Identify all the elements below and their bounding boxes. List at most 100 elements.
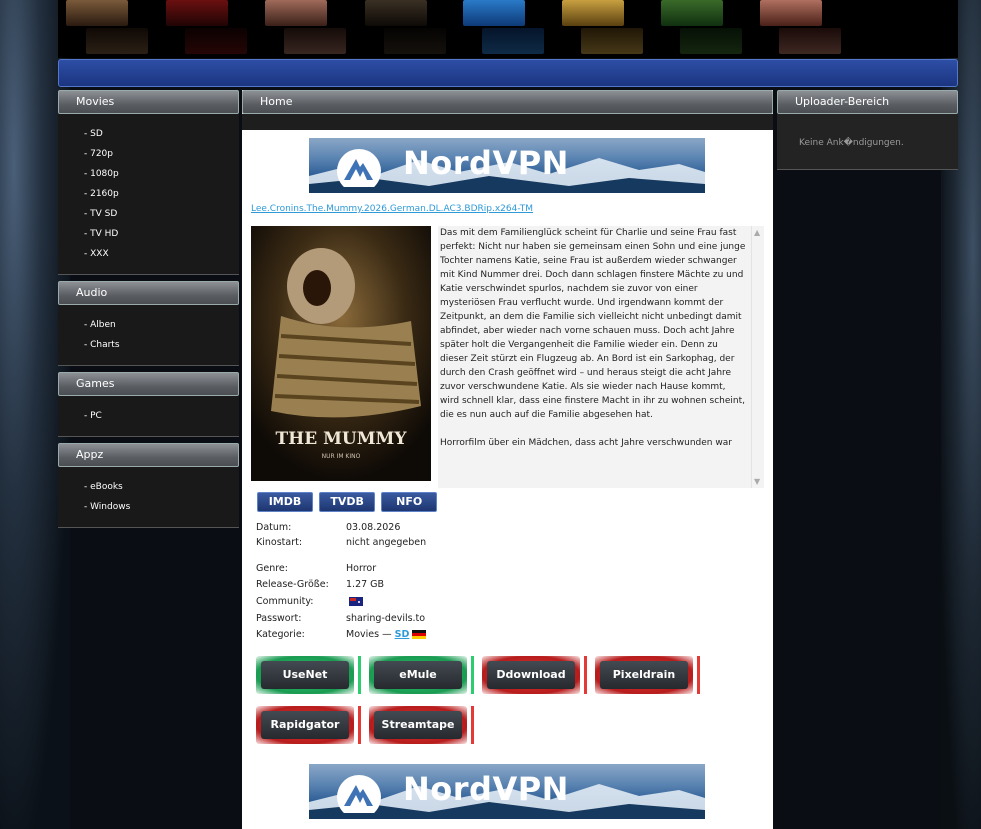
uploader-message: Keine Ank�ndigungen. [777,114,958,170]
info-row-passwort: Passwort: sharing-devils.to [256,613,425,624]
info-label: Kategorie: [256,629,305,640]
emule-button[interactable]: eMule [374,661,462,689]
description-paragraph-2: Horrorfilm über ein Mädchen, dass acht J… [440,438,732,448]
banner-poster-reflection [86,28,148,54]
imdb-button[interactable]: IMDB [257,492,313,512]
info-value: Horror [346,563,377,574]
banner-poster[interactable] [463,0,525,26]
banner-poster[interactable] [166,0,228,26]
banner-poster-reflection [581,28,643,54]
divider [697,656,700,694]
poster-banner [58,0,958,58]
sidebar-link-tv-sd[interactable]: - TV SD [84,204,239,224]
usenet-button[interactable]: UseNet [261,661,349,689]
download-row-1: UseNet eMule Ddownload Pixeldrain [256,656,706,696]
info-value: sharing-devils.to [346,613,426,624]
ddownload-download[interactable]: Ddownload [482,656,580,694]
banner-poster[interactable] [66,0,128,26]
banner-poster[interactable] [365,0,427,26]
nordvpn-ad-text: NordVPN [403,770,569,808]
scroll-up-icon[interactable]: ▲ [754,228,760,237]
banner-poster-reflection [384,28,446,54]
banner-poster[interactable] [661,0,723,26]
sidebar-link-1080p[interactable]: - 1080p [84,164,239,184]
main-header: Home [242,90,773,114]
tvdb-button[interactable]: TVDB [319,492,376,512]
info-value: 1.27 GB [346,579,385,590]
banner-poster-reflection [482,28,544,54]
mummy-poster-image: THE MUMMY NUR IM KINO [251,226,431,481]
poster-tagline: NUR IM KINO [322,453,361,460]
movie-cover: THE MUMMY NUR IM KINO [251,226,431,481]
info-value: nicht angegeben [346,537,427,548]
info-row-kinostart: Kinostart: nicht angegeben [256,537,426,548]
nav-bar [58,59,958,87]
ddownload-button[interactable]: Ddownload [487,661,575,689]
description-box: Das mit dem Familienglück scheint für Ch… [438,226,764,488]
pixeldrain-download[interactable]: Pixeldrain [595,656,693,694]
games-box: Games - PC [58,372,239,437]
sidebar-link-windows[interactable]: - Windows [84,497,239,517]
info-label: Datum: [256,522,292,533]
sidebar-link-ebooks[interactable]: - eBooks [84,477,239,497]
emule-download[interactable]: eMule [369,656,467,694]
movies-box-title: Movies [58,90,239,114]
pixeldrain-button[interactable]: Pixeldrain [600,661,688,689]
sidebar-link-pc[interactable]: - PC [84,406,239,426]
nordvpn-logo-icon [337,775,381,813]
appz-box-title: Appz [58,443,239,467]
info-label: Kinostart: [256,537,303,548]
scroll-down-icon[interactable]: ▼ [754,477,760,486]
banner-poster[interactable] [562,0,624,26]
sidebar-link-2160p[interactable]: - 2160p [84,184,239,204]
movies-box: Movies - SD - 720p - 1080p - 2160p - TV … [58,90,239,275]
audio-box-title: Audio [58,281,239,305]
info-value: Movies — [346,629,392,640]
banner-poster-reflection [284,28,346,54]
download-row-2: Rapidgator Streamtape [256,706,706,746]
rapidgator-button[interactable]: Rapidgator [261,711,349,739]
banner-poster-reflection [185,28,247,54]
divider [358,656,361,694]
appz-box: Appz - eBooks - Windows [58,443,239,528]
sidebar-link-charts[interactable]: - Charts [84,335,239,355]
nordvpn-ad-bottom[interactable]: NordVPN [309,764,705,819]
divider [471,706,474,744]
description-scrollbar[interactable]: ▲ ▼ [751,226,764,488]
banner-poster[interactable] [760,0,822,26]
community-flag-icon [349,597,364,606]
info-row-size: Release-Größe: 1.27 GB [256,579,384,590]
info-row-genre: Genre: Horror [256,563,376,574]
sidebar-link-tv-hd[interactable]: - TV HD [84,224,239,244]
description-paragraph-1: Das mit dem Familienglück scheint für Ch… [440,228,746,420]
sidebar-link-720p[interactable]: - 720p [84,144,239,164]
uploader-box-title: Uploader-Bereich [777,90,958,114]
nfo-button[interactable]: NFO [381,492,438,512]
info-label: Community: [256,596,314,607]
info-row-kategorie: Kategorie: Movies — SD [256,629,427,640]
sidebar-link-alben[interactable]: - Alben [84,315,239,335]
banner-poster-reflection [680,28,742,54]
streamtape-download[interactable]: Streamtape [369,706,467,744]
audio-box: Audio - Alben - Charts [58,281,239,366]
info-row-datum: Datum: 03.08.2026 [256,522,400,533]
category-sd-link[interactable]: SD [395,629,410,640]
sidebar-link-xxx[interactable]: - XXX [84,244,239,264]
german-flag-icon [412,630,427,639]
divider [471,656,474,694]
streamtape-button[interactable]: Streamtape [374,711,462,739]
sidebar-link-sd[interactable]: - SD [84,124,239,144]
games-box-title: Games [58,372,239,396]
divider [584,656,587,694]
nordvpn-ad-text: NordVPN [403,144,569,182]
usenet-download[interactable]: UseNet [256,656,354,694]
info-row-community: Community: [256,596,364,607]
release-title-link[interactable]: Lee.Cronins.The.Mummy.2026.German.DL.AC3… [251,204,533,214]
info-label: Genre: [256,563,288,574]
rapidgator-download[interactable]: Rapidgator [256,706,354,744]
nordvpn-ad-top[interactable]: NordVPN [309,138,705,193]
info-label: Passwort: [256,613,302,624]
main-subheader [242,114,773,130]
info-label: Release-Größe: [256,579,329,590]
banner-poster[interactable] [265,0,327,26]
